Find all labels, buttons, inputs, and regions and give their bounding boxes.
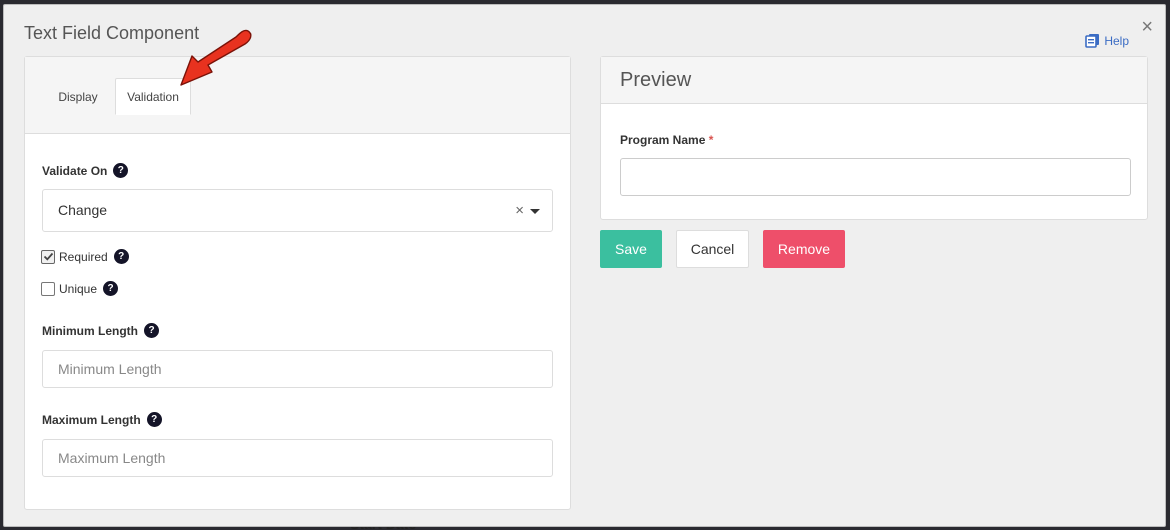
save-button[interactable]: Save xyxy=(600,230,662,268)
question-circle-icon[interactable]: ? xyxy=(113,163,129,178)
min-length-label: Minimum Length ? xyxy=(42,323,159,338)
tabs-bar: Display Validation xyxy=(25,57,570,134)
required-marker: * xyxy=(708,133,714,147)
preview-title: Preview xyxy=(601,57,1147,104)
validate-on-label-text: Validate On xyxy=(42,163,108,178)
cancel-button[interactable]: Cancel xyxy=(676,230,749,268)
program-name-label: Program Name * xyxy=(620,133,713,147)
validate-on-value: Change xyxy=(58,202,108,218)
min-length-input[interactable] xyxy=(42,350,553,388)
settings-panel: Display Validation Validate On ? Change … xyxy=(24,56,571,510)
preview-panel: Preview Program Name * xyxy=(600,56,1148,220)
validate-on-select[interactable]: Change × xyxy=(42,189,553,232)
help-book-icon xyxy=(1085,33,1100,48)
close-icon[interactable]: × xyxy=(1141,17,1153,37)
modal-title: Text Field Component xyxy=(24,23,200,43)
text-field-component-modal: Text Field Component Help × Display Vali… xyxy=(3,4,1166,527)
question-circle-icon[interactable]: ? xyxy=(103,281,119,296)
unique-label: Unique xyxy=(59,281,98,296)
help-link[interactable]: Help xyxy=(1085,33,1129,48)
red-arrow-icon xyxy=(180,29,252,86)
caret-down-icon[interactable] xyxy=(530,209,540,214)
help-link-label: Help xyxy=(1104,33,1129,48)
unique-option: Unique ? xyxy=(41,281,119,296)
validate-on-label: Validate On ? xyxy=(42,163,129,178)
remove-button[interactable]: Remove xyxy=(763,230,845,268)
question-circle-icon[interactable]: ? xyxy=(144,323,159,338)
checkmark-icon xyxy=(43,252,53,261)
max-length-label-text: Maximum Length xyxy=(42,412,141,427)
clear-x-icon[interactable]: × xyxy=(515,202,524,219)
program-name-input[interactable] xyxy=(620,158,1131,196)
min-length-label-text: Minimum Length xyxy=(42,323,138,338)
required-checkbox[interactable] xyxy=(41,249,55,264)
question-circle-icon[interactable]: ? xyxy=(146,412,162,427)
question-circle-icon[interactable]: ? xyxy=(113,249,129,264)
max-length-label: Maximum Length ? xyxy=(42,412,162,427)
unique-checkbox[interactable] xyxy=(41,281,55,296)
max-length-input[interactable] xyxy=(42,439,553,477)
program-name-label-text: Program Name xyxy=(620,133,706,147)
required-label: Required xyxy=(59,249,108,264)
required-option: Required ? xyxy=(41,249,129,264)
tab-display[interactable]: Display xyxy=(45,78,111,115)
